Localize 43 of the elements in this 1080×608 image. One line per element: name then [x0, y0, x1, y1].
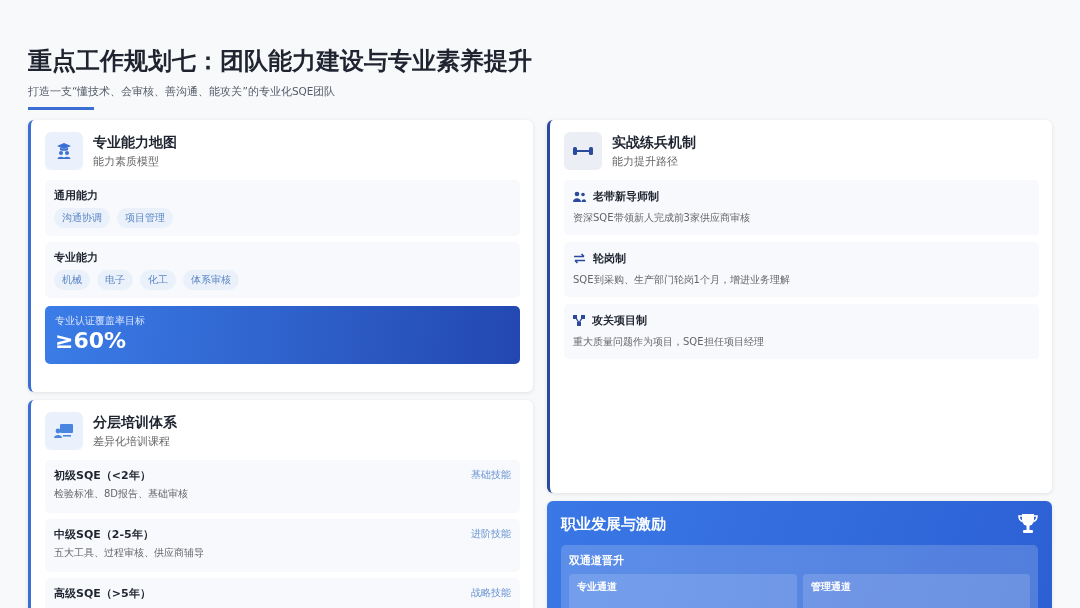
- skill-tag: 项目管理: [117, 208, 173, 228]
- group-label: 通用能力: [54, 188, 99, 203]
- item-title: 攻关项目制: [592, 313, 647, 328]
- card-subtitle: 能力提升路径: [612, 153, 679, 169]
- level-name: 初级SQE（<2年）: [54, 468, 152, 483]
- presentation-icon: [45, 412, 83, 450]
- trophy-icon: [1018, 513, 1038, 535]
- card-subtitle: 能力素质模型: [93, 153, 160, 169]
- card-title: 职业发展与激励: [561, 514, 666, 534]
- item-description: 重大质量问题作为项目，SQE担任项目经理: [573, 335, 765, 349]
- skill-tag: 体系审核: [183, 270, 239, 290]
- swap-arrows-icon: [573, 253, 586, 264]
- level-courses: 五大工具、过程审核、供应商辅导: [54, 546, 204, 560]
- page-title: 重点工作规划七：团队能力建设与专业素养提升: [28, 46, 533, 77]
- skill-tag: 电子: [97, 270, 133, 290]
- nodes-icon: [573, 315, 585, 326]
- level-name: 高级SQE（>5年）: [54, 586, 151, 601]
- item-description: 资深SQE带领新人完成前3家供应商审核: [573, 211, 751, 225]
- dumbbell-icon: [564, 132, 602, 170]
- item-title: 老带新导师制: [593, 189, 659, 204]
- skill-tag: 机械: [54, 270, 90, 290]
- channel-box: 管理通道: [802, 574, 1030, 608]
- card-title: 实战练兵机制: [612, 133, 696, 152]
- level-tag: 战略技能: [471, 586, 511, 600]
- people-icon: [573, 191, 586, 202]
- level-courses: 检验标准、8D报告、基础审核: [54, 487, 189, 501]
- level-tag: 进阶技能: [471, 527, 511, 541]
- page-subtitle: 打造一支“懂技术、会审核、善沟通、能攻关”的专业化SQE团队: [28, 85, 337, 99]
- skill-tag: 沟通协调: [54, 208, 110, 228]
- target-value: ≥60%: [55, 328, 128, 354]
- skill-tag: 化工: [140, 270, 176, 290]
- target-label: 专业认证覆盖率目标: [55, 314, 146, 328]
- graduate-icon: [45, 132, 83, 170]
- channel-box: 专业通道: [569, 574, 797, 608]
- panel-title: 双通道晋升: [569, 553, 625, 568]
- card-title: 分层培训体系: [93, 413, 177, 432]
- item-title: 轮岗制: [593, 251, 626, 266]
- level-tag: 基础技能: [471, 468, 511, 482]
- card-subtitle: 差异化培训课程: [93, 433, 171, 449]
- level-name: 中级SQE（2-5年）: [54, 527, 155, 542]
- group-label: 专业能力: [54, 250, 99, 265]
- item-description: SQE到采购、生产部门轮岗1个月，增进业务理解: [573, 273, 791, 287]
- card-title: 专业能力地图: [93, 133, 177, 152]
